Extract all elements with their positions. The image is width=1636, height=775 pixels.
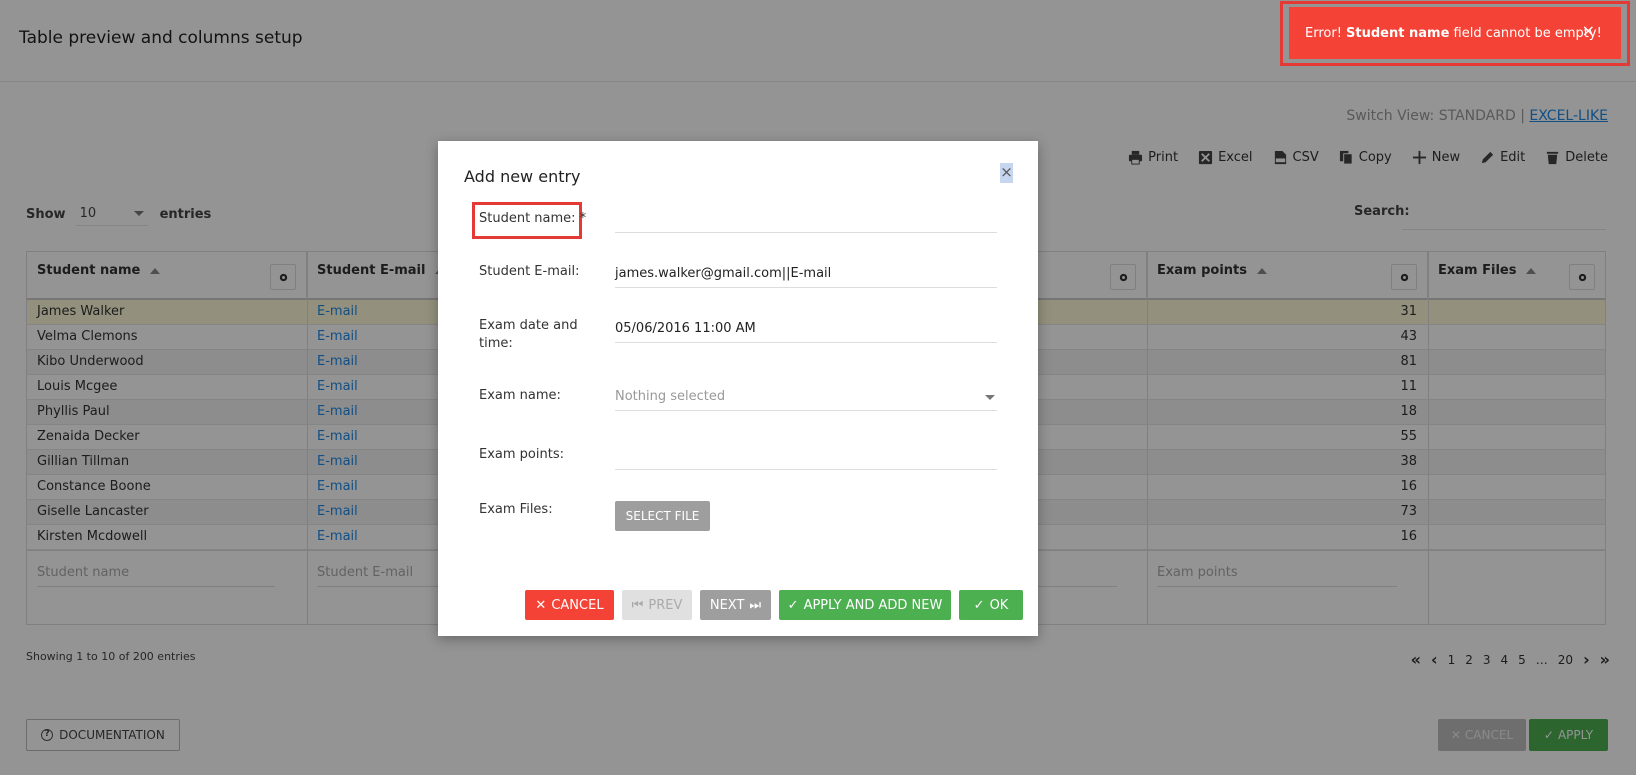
dialog-close-button[interactable]: × [1000, 163, 1013, 183]
dialog-title: Add new entry [464, 167, 581, 186]
dialog-cancel-button[interactable]: ✕ CANCEL [525, 590, 614, 620]
exam-points-label: Exam points: [479, 447, 564, 462]
exam-name-label: Exam name: [479, 388, 561, 403]
dialog-prev-label: PREV [648, 597, 683, 613]
dialog-next-label: NEXT [709, 597, 745, 613]
dialog-next-button[interactable]: NEXT ⏭ [700, 590, 771, 620]
exam-points-field[interactable] [615, 444, 997, 470]
exam-name-placeholder: Nothing selected [615, 389, 726, 404]
student-email-field[interactable]: james.walker@gmail.com||E-mail [615, 262, 997, 288]
toast-message: field cannot be empty! [1453, 25, 1602, 41]
add-entry-dialog: Add new entry × Student name: * Student … [438, 141, 1038, 636]
select-file-button[interactable]: SELECT FILE [615, 501, 710, 531]
dialog-apply-add-new-label: APPLY AND ADD NEW [803, 597, 943, 613]
exam-date-label: Exam date and time: [479, 318, 578, 351]
dialog-apply-add-new-button[interactable]: ✓ APPLY AND ADD NEW [779, 590, 951, 620]
check-icon: ✓ [787, 597, 799, 613]
close-icon: ✕ [535, 597, 547, 613]
skip-forward-icon: ⏭ [749, 597, 762, 613]
dialog-ok-button[interactable]: ✓ OK [959, 590, 1023, 620]
error-toast: Error! Student name field cannot be empt… [1289, 7, 1621, 59]
dialog-prev-button[interactable]: ⏮ PREV [622, 590, 692, 620]
dialog-ok-label: OK [989, 597, 1009, 613]
toast-close-button[interactable]: × [1582, 21, 1595, 40]
exam-name-select[interactable]: Nothing selected [615, 385, 997, 411]
dialog-cancel-label: CANCEL [551, 597, 604, 613]
skip-back-icon: ⏮ [631, 597, 644, 613]
toast-prefix: Error! [1305, 25, 1342, 41]
chevron-down-icon [985, 395, 995, 400]
toast-field-name: Student name [1346, 25, 1450, 41]
exam-date-field[interactable]: 05/06/2016 11:00 AM [615, 317, 997, 343]
student-name-field[interactable] [615, 207, 997, 233]
double-check-icon: ✓ [973, 597, 985, 613]
student-name-label: Student name: * [479, 211, 587, 226]
student-email-label: Student E-mail: [479, 264, 580, 279]
exam-files-label: Exam Files: [479, 502, 553, 517]
